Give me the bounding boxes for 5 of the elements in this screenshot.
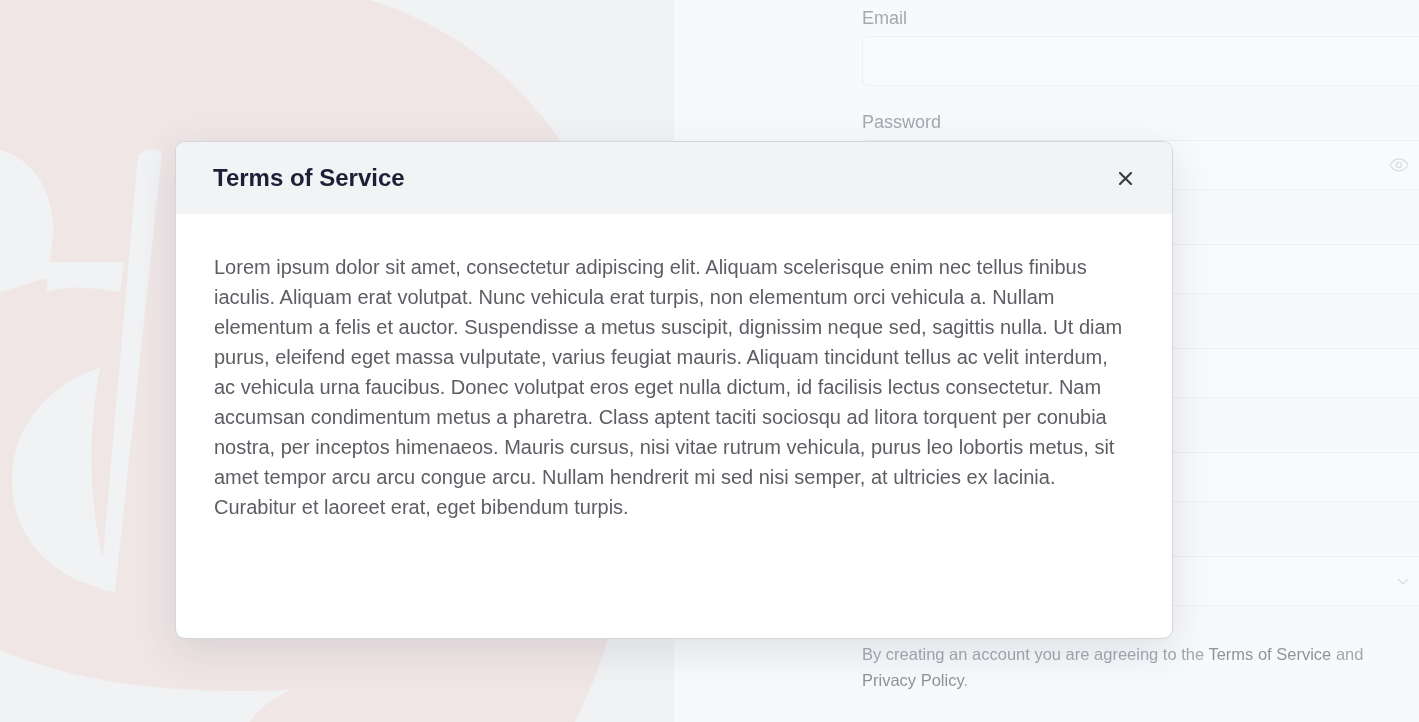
agreement-text: By creating an account you are agreeing to the Terms of Service and Privacy Policy. xyxy=(862,644,1365,691)
field-label: Email xyxy=(862,7,907,30)
terms-text: Lorem ipsum dolor sit amet, consectetur adipiscing elit. Aliquam scelerisque enim nec tellus finibus iaculis. Aliquam erat volutpat. Nunc vehicula erat turpis, non elementum orci vehicula a. Nullam elementum a felis et auctor. Suspendisse a metus suscipit, dignissim neque sed, sagittis nulla. Ut diam purus, eleifend eget massa vulputate, varius feugiat mauris. Aliquam tincidunt tellus ac velit interdum, ac vehicula urna faucibus. Donec volutpat eros eget nulla dictum, id facilisis lectus consectetur. Nam accumsan condimentum metus a pharetra. Class aptent taciti sociosqu ad litora torquent per conubia nostra, per inceptos himenaeos. Mauris cursus, nisi vitae rutrum vehicula, purus leo lobortis metus, sit amet tempor arcu arcu congue arcu. Nullam hendrerit mi sed nisi semper, at ultricies ex lacinia. Curabitur et laoreet erat, eget bibendum turpis. xyxy=(214,255,1124,520)
field-label: Password xyxy=(862,111,942,134)
dialog-title: Terms of Service xyxy=(213,164,405,192)
